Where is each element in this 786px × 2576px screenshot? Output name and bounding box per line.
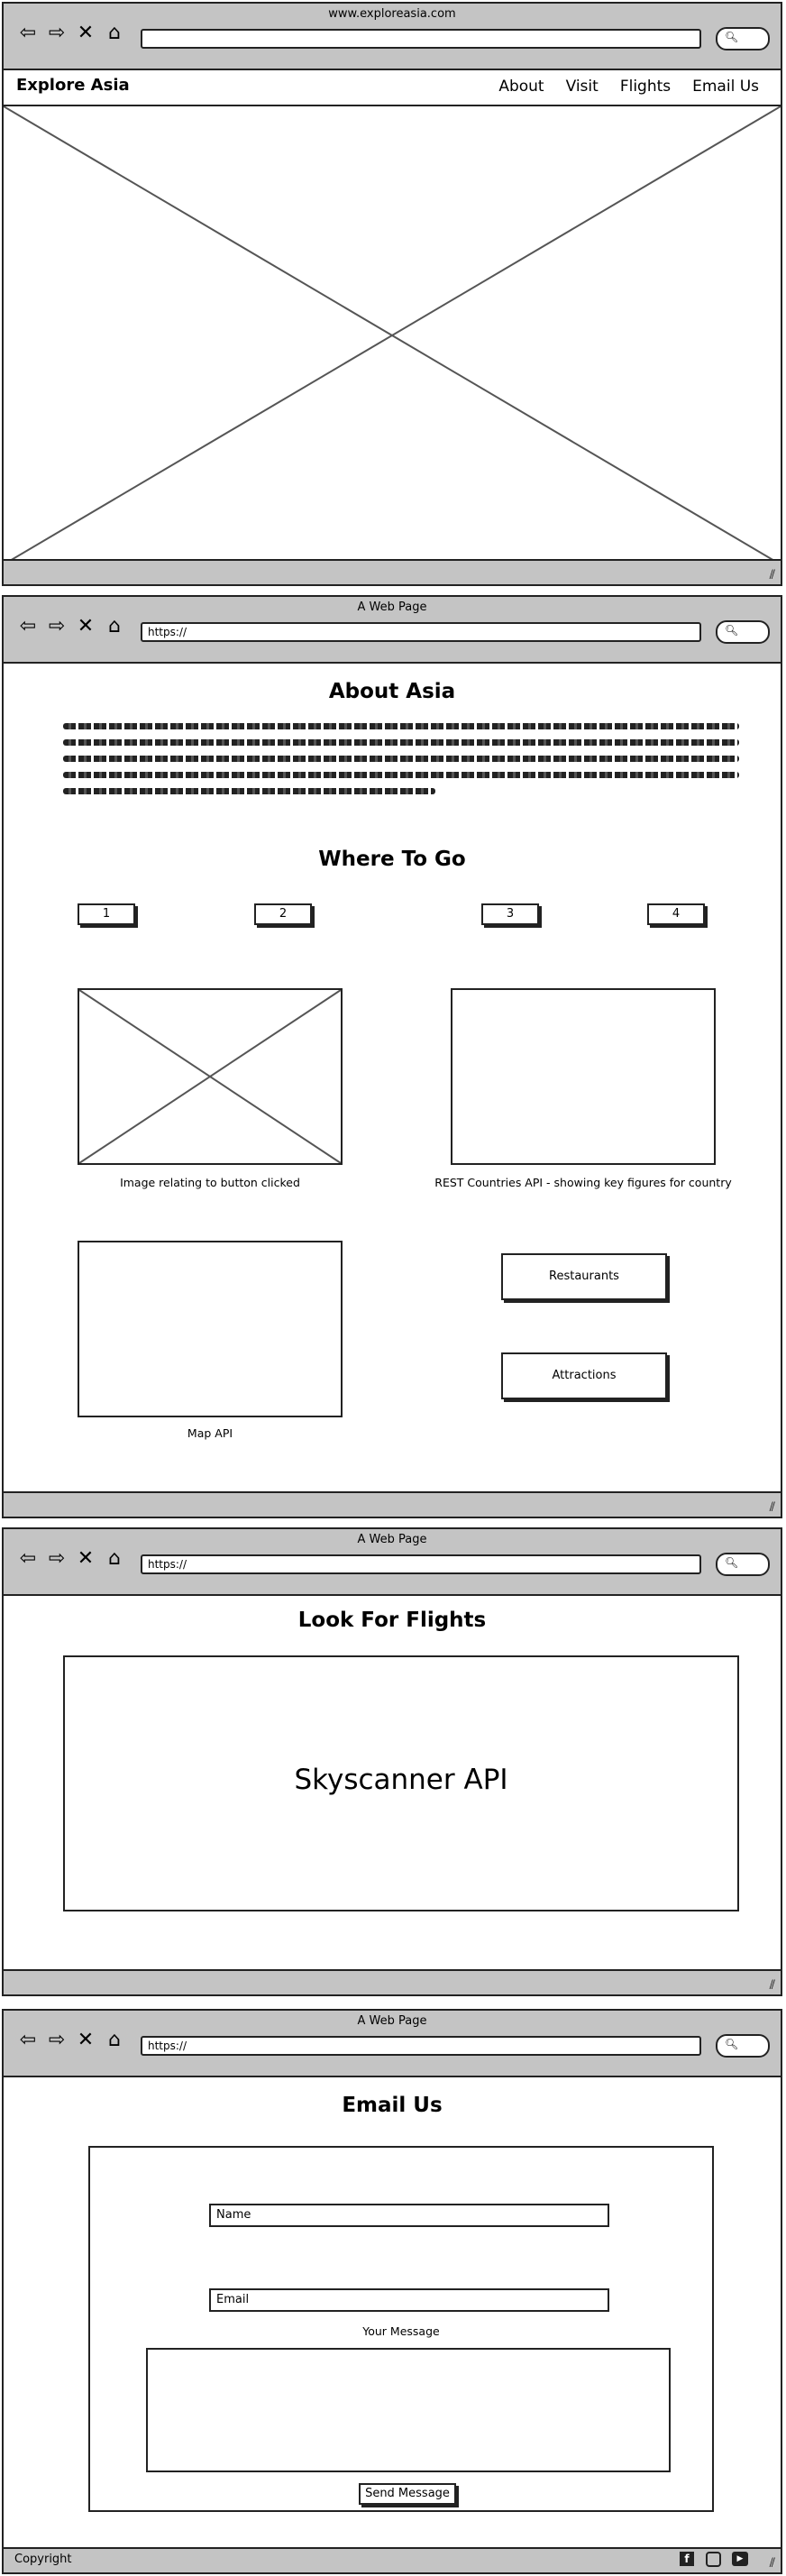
search-icon: 🔍︎ — [725, 624, 739, 637]
back-arrow-icon[interactable]: ⇦ — [16, 615, 40, 638]
browser-window-home: www.exploreasia.com ⇦ ⇨ ✕ ⌂ 🔍︎ Explore A… — [2, 2, 782, 586]
map-caption: Map API — [187, 1426, 233, 1440]
main-nav: About Visit Flights Email Us — [498, 78, 759, 96]
copyright-text: Copyright — [14, 2553, 72, 2566]
resize-grip-icon[interactable]: ⫽ — [770, 2556, 775, 2571]
url-bar[interactable]: https:// — [141, 622, 701, 642]
url-bar[interactable]: https:// — [141, 1554, 701, 1574]
browser-window-about: A Web Page ⇦ ⇨ ✕ ⌂ https:// 🔍︎ About Asi… — [2, 595, 782, 1518]
browser-window-flights: A Web Page ⇦ ⇨ ✕ ⌂ https:// 🔍︎ Look For … — [2, 1527, 782, 1996]
restaurants-button[interactable]: Restaurants — [501, 1253, 667, 1300]
flight-search-panel: Skyscanner API — [63, 1655, 739, 1911]
where-to-go-heading: Where To Go — [318, 848, 466, 871]
forward-arrow-icon[interactable]: ⇨ — [45, 2029, 69, 2052]
destination-image-placeholder — [78, 988, 343, 1165]
browser-toolbar: A Web Page ⇦ ⇨ ✕ ⌂ https:// 🔍︎ — [4, 2011, 781, 2077]
browser-window-email: A Web Page ⇦ ⇨ ✕ ⌂ https:// 🔍︎ Email Us … — [2, 2009, 782, 2574]
browser-toolbar: A Web Page ⇦ ⇨ ✕ ⌂ https:// 🔍︎ — [4, 1529, 781, 1596]
home-icon[interactable]: ⌂ — [103, 22, 126, 45]
contact-form: Name Email Your Message Send Message — [88, 2146, 714, 2512]
window-title: A Web Page — [357, 2014, 427, 2028]
hero-image-placeholder — [4, 106, 781, 564]
url-bar[interactable]: https:// — [141, 2036, 701, 2056]
flight-panel-text: Skyscanner API — [294, 1764, 508, 1796]
window-title: A Web Page — [357, 1533, 427, 1546]
search-icon: 🔍︎ — [725, 31, 739, 43]
site-brand[interactable]: Explore Asia — [16, 76, 130, 95]
status-bar: ⫽ — [4, 1969, 781, 1994]
email-field[interactable]: Email — [209, 2288, 609, 2312]
forward-arrow-icon[interactable]: ⇨ — [45, 22, 69, 45]
destination-button-1[interactable]: 1 — [78, 903, 135, 925]
resize-grip-icon[interactable]: ⫽ — [770, 1500, 775, 1515]
instagram-icon[interactable] — [706, 2552, 721, 2567]
window-title: A Web Page — [357, 600, 427, 614]
back-arrow-icon[interactable]: ⇦ — [16, 2029, 40, 2052]
youtube-icon[interactable]: ▶ — [732, 2552, 748, 2566]
search-button[interactable]: 🔍︎ — [716, 1553, 770, 1576]
back-arrow-icon[interactable]: ⇦ — [16, 1547, 40, 1571]
facebook-icon[interactable]: f — [680, 2552, 694, 2566]
url-bar[interactable] — [141, 29, 701, 49]
home-icon[interactable]: ⌂ — [103, 615, 126, 638]
browser-toolbar: www.exploreasia.com ⇦ ⇨ ✕ ⌂ 🔍︎ — [4, 4, 781, 70]
back-arrow-icon[interactable]: ⇦ — [16, 22, 40, 45]
home-icon[interactable]: ⌂ — [103, 2029, 126, 2052]
send-message-button[interactable]: Send Message — [359, 2483, 456, 2505]
about-heading: About Asia — [328, 680, 456, 703]
forward-arrow-icon[interactable]: ⇨ — [45, 1547, 69, 1571]
close-icon[interactable]: ✕ — [74, 2029, 97, 2052]
search-icon: 🔍︎ — [725, 1556, 739, 1569]
search-icon: 🔍︎ — [725, 2038, 739, 2050]
status-bar: ⫽ — [4, 1491, 781, 1517]
destination-button-3[interactable]: 3 — [481, 903, 539, 925]
image-caption: Image relating to button clicked — [120, 1176, 300, 1189]
browser-toolbar: A Web Page ⇦ ⇨ ✕ ⌂ https:// 🔍︎ — [4, 597, 781, 664]
search-button[interactable]: 🔍︎ — [716, 620, 770, 644]
close-icon[interactable]: ✕ — [74, 615, 97, 638]
attractions-button[interactable]: Attractions — [501, 1352, 667, 1399]
nav-link-flights[interactable]: Flights — [620, 78, 671, 96]
forward-arrow-icon[interactable]: ⇨ — [45, 615, 69, 638]
destination-button-4[interactable]: 4 — [647, 903, 705, 925]
close-icon[interactable]: ✕ — [74, 1547, 97, 1571]
placeholder-paragraph — [63, 723, 739, 804]
destination-button-2[interactable]: 2 — [254, 903, 312, 925]
home-icon[interactable]: ⌂ — [103, 1547, 126, 1571]
nav-link-about[interactable]: About — [498, 78, 544, 96]
api-caption: REST Countries API - showing key figures… — [434, 1176, 732, 1189]
status-bar: ⫽ — [4, 559, 781, 584]
site-header: Explore Asia About Visit Flights Email U… — [4, 69, 781, 106]
search-button[interactable]: 🔍︎ — [716, 27, 770, 50]
resize-grip-icon[interactable]: ⫽ — [770, 568, 775, 582]
search-button[interactable]: 🔍︎ — [716, 2034, 770, 2058]
flights-heading: Look For Flights — [297, 1609, 487, 1632]
message-label: Your Message — [362, 2324, 440, 2338]
name-field[interactable]: Name — [209, 2204, 609, 2227]
footer-bar: Copyright f ▶ ⫽ — [4, 2547, 781, 2572]
nav-link-email-us[interactable]: Email Us — [692, 78, 759, 96]
close-icon[interactable]: ✕ — [74, 22, 97, 45]
window-title: www.exploreasia.com — [328, 7, 456, 21]
nav-link-visit[interactable]: Visit — [566, 78, 599, 96]
resize-grip-icon[interactable]: ⫽ — [770, 1978, 775, 1993]
map-panel — [78, 1241, 343, 1417]
message-field[interactable] — [146, 2348, 671, 2472]
country-info-panel — [451, 988, 716, 1165]
email-heading: Email Us — [342, 2094, 443, 2117]
